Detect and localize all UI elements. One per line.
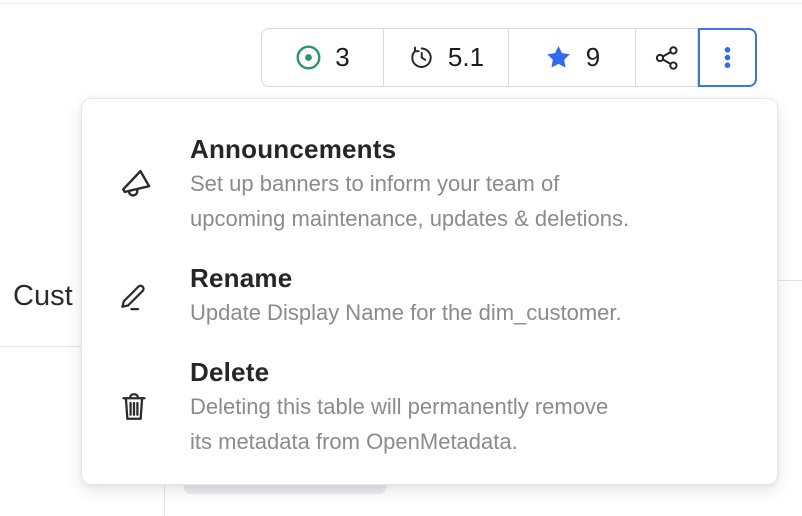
target-icon — [295, 44, 322, 71]
count-label: 5.1 — [448, 42, 484, 73]
manage-dropdown-panel: Announcements Set up banners to inform y… — [81, 98, 778, 485]
description-line: Set up banners to inform your team of — [190, 166, 629, 201]
share-icon — [653, 44, 681, 72]
menu-item-description: Set up banners to inform your team of up… — [190, 166, 629, 236]
count-label: 9 — [586, 42, 600, 73]
version-history-button[interactable]: 5.1 — [384, 29, 509, 86]
right-divider — [778, 280, 802, 281]
history-icon — [408, 44, 435, 71]
menu-item-text: Delete Deleting this table will permanen… — [190, 355, 608, 459]
menu-item-text: Rename Update Display Name for the dim_c… — [190, 261, 622, 330]
menu-item-delete[interactable]: Delete Deleting this table will permanen… — [112, 355, 747, 459]
star-follow-button[interactable]: 9 — [509, 29, 636, 86]
menu-item-title: Announcements — [190, 132, 629, 166]
description-line: Update Display Name for the dim_customer… — [190, 295, 622, 330]
menu-item-announcements[interactable]: Announcements Set up banners to inform y… — [112, 132, 747, 236]
menu-item-description: Deleting this table will permanently rem… — [190, 389, 608, 459]
pencil-icon — [116, 278, 152, 314]
trash-icon — [116, 389, 152, 425]
kebab-menu-icon — [715, 45, 740, 70]
incidents-count-button[interactable]: 3 — [262, 29, 384, 86]
top-divider — [0, 3, 802, 4]
megaphone-icon — [116, 166, 152, 202]
menu-item-description: Update Display Name for the dim_customer… — [190, 295, 622, 330]
description-line: Deleting this table will permanently rem… — [190, 389, 608, 424]
count-label: 3 — [335, 42, 349, 73]
description-line: its metadata from OpenMetadata. — [190, 424, 608, 459]
bottom-vertical-divider — [164, 483, 165, 516]
left-divider — [0, 346, 81, 347]
menu-item-text: Announcements Set up banners to inform y… — [190, 132, 629, 236]
menu-item-rename[interactable]: Rename Update Display Name for the dim_c… — [112, 261, 747, 330]
menu-item-title: Delete — [190, 355, 608, 389]
page-heading-fragment: Cust — [13, 280, 73, 313]
description-line: upcoming maintenance, updates & deletion… — [190, 201, 629, 236]
menu-item-title: Rename — [190, 261, 622, 295]
star-icon — [544, 43, 573, 72]
share-button[interactable] — [636, 29, 698, 86]
manage-menu-button[interactable] — [698, 28, 757, 87]
entity-action-toolbar: 3 5.1 9 — [261, 28, 757, 87]
